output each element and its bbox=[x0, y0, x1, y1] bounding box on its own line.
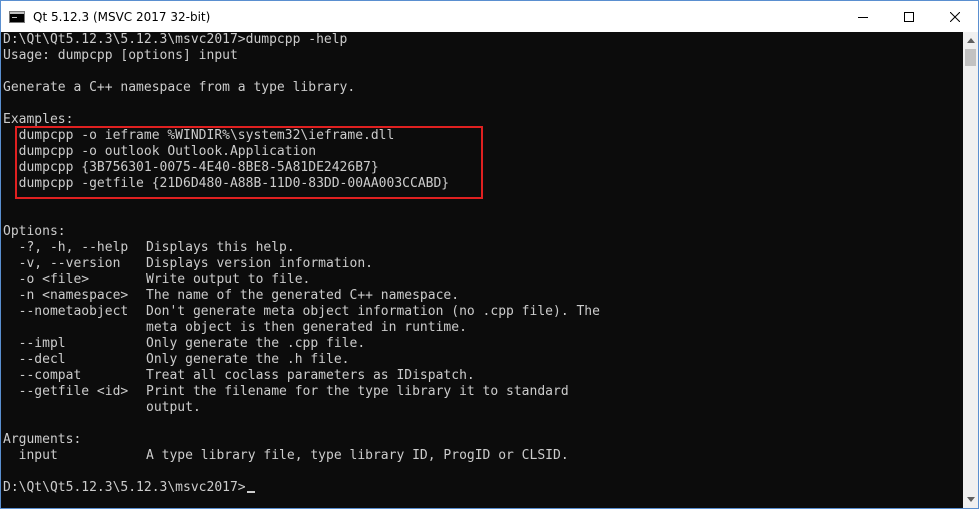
console-window: Qt 5.12.3 (MSVC 2017 32-bit) D:\Qt\Qt5.1… bbox=[0, 0, 979, 509]
minimize-button[interactable] bbox=[840, 1, 886, 32]
scroll-up-button[interactable] bbox=[963, 32, 978, 49]
console-output[interactable]: D:\Qt\Qt5.12.3\5.12.3\msvc2017>dumpcpp -… bbox=[1, 32, 963, 508]
argument-desc: A type library file, type library ID, Pr… bbox=[146, 448, 569, 463]
maximize-button[interactable] bbox=[886, 1, 932, 32]
scroll-down-arrow-icon bbox=[966, 497, 975, 502]
option-desc: Displays version information. bbox=[146, 256, 373, 271]
option-flag: -?, -h, --help bbox=[3, 240, 129, 255]
option-flag: -v, --version bbox=[3, 256, 121, 271]
console-icon[interactable] bbox=[9, 10, 25, 23]
examples-highlight-box bbox=[15, 126, 483, 199]
option-flag: -n <namespace> bbox=[3, 288, 129, 303]
option-flag: --decl bbox=[3, 352, 66, 367]
prompt-text: D:\Qt\Qt5.12.3\5.12.3\msvc2017> bbox=[3, 480, 246, 495]
options-header: Options: bbox=[3, 224, 66, 239]
argument-name: input bbox=[3, 448, 58, 463]
option-desc: Print the filename for the type library … bbox=[146, 384, 569, 399]
window-title: Qt 5.12.3 (MSVC 2017 32-bit) bbox=[33, 9, 211, 24]
vertical-scrollbar[interactable] bbox=[963, 32, 978, 508]
close-icon bbox=[950, 11, 960, 22]
option-desc: Displays this help. bbox=[146, 240, 295, 255]
minimize-icon bbox=[858, 16, 868, 18]
scrollbar-thumb[interactable] bbox=[965, 49, 976, 66]
option-flag: --impl bbox=[3, 336, 66, 351]
usage-line: Usage: dumpcpp [options] input bbox=[3, 48, 238, 63]
option-flag: -o <file> bbox=[3, 272, 90, 287]
close-button[interactable] bbox=[932, 1, 978, 32]
scroll-up-arrow-icon bbox=[966, 38, 975, 43]
text-cursor bbox=[246, 491, 255, 493]
arguments-header: Arguments: bbox=[3, 432, 82, 447]
option-desc: Don't generate meta object information (… bbox=[146, 304, 600, 319]
option-desc: Write output to file. bbox=[146, 272, 311, 287]
scroll-down-button[interactable] bbox=[963, 491, 978, 508]
option-flag: --getfile <id> bbox=[3, 384, 129, 399]
option-desc: Treat all coclass parameters as IDispatc… bbox=[146, 368, 475, 383]
option-desc: Only generate the .cpp file. bbox=[146, 336, 366, 351]
title-bar[interactable]: Qt 5.12.3 (MSVC 2017 32-bit) bbox=[1, 1, 978, 32]
prompt-line[interactable]: D:\Qt\Qt5.12.3\5.12.3\msvc2017> bbox=[3, 480, 255, 496]
command-line: D:\Qt\Qt5.12.3\5.12.3\msvc2017>dumpcpp -… bbox=[3, 32, 348, 47]
maximize-icon bbox=[904, 11, 914, 22]
description-line: Generate a C++ namespace from a type lib… bbox=[3, 80, 356, 95]
option-desc: Only generate the .h file. bbox=[146, 352, 350, 367]
option-desc: The name of the generated C++ namespace. bbox=[146, 288, 460, 303]
option-desc: output. bbox=[146, 400, 201, 415]
option-flag: --nometaobject bbox=[3, 304, 129, 319]
option-desc: meta object is then generated in runtime… bbox=[146, 320, 467, 335]
option-flag: --compat bbox=[3, 368, 82, 383]
